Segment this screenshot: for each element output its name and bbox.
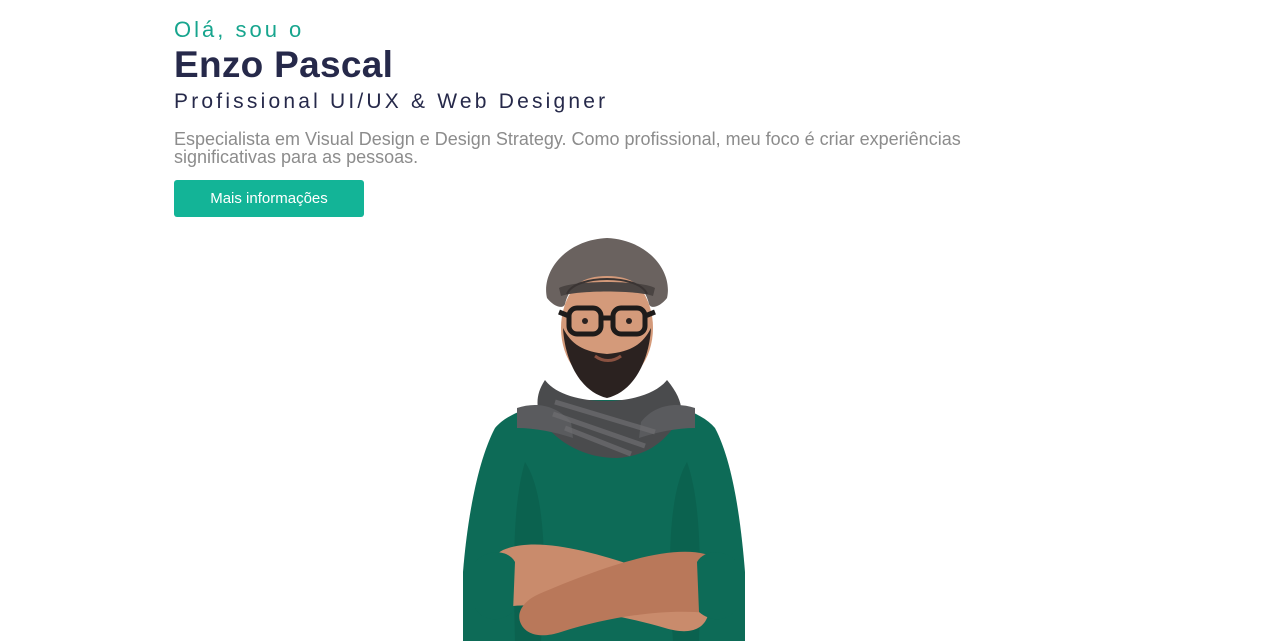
person-name: Enzo Pascal [174,44,394,85]
hero-description: Especialista em Visual Design e Design S… [174,129,961,167]
page: Olá, sou o Enzo Pascal Profissional UI/U… [0,0,1280,641]
greeting-text: Olá, sou o [174,17,305,42]
job-title: Profissional UI/UX & Web Designer [174,90,609,113]
profile-photo [463,238,745,641]
more-info-button[interactable]: Mais informações [174,180,364,217]
